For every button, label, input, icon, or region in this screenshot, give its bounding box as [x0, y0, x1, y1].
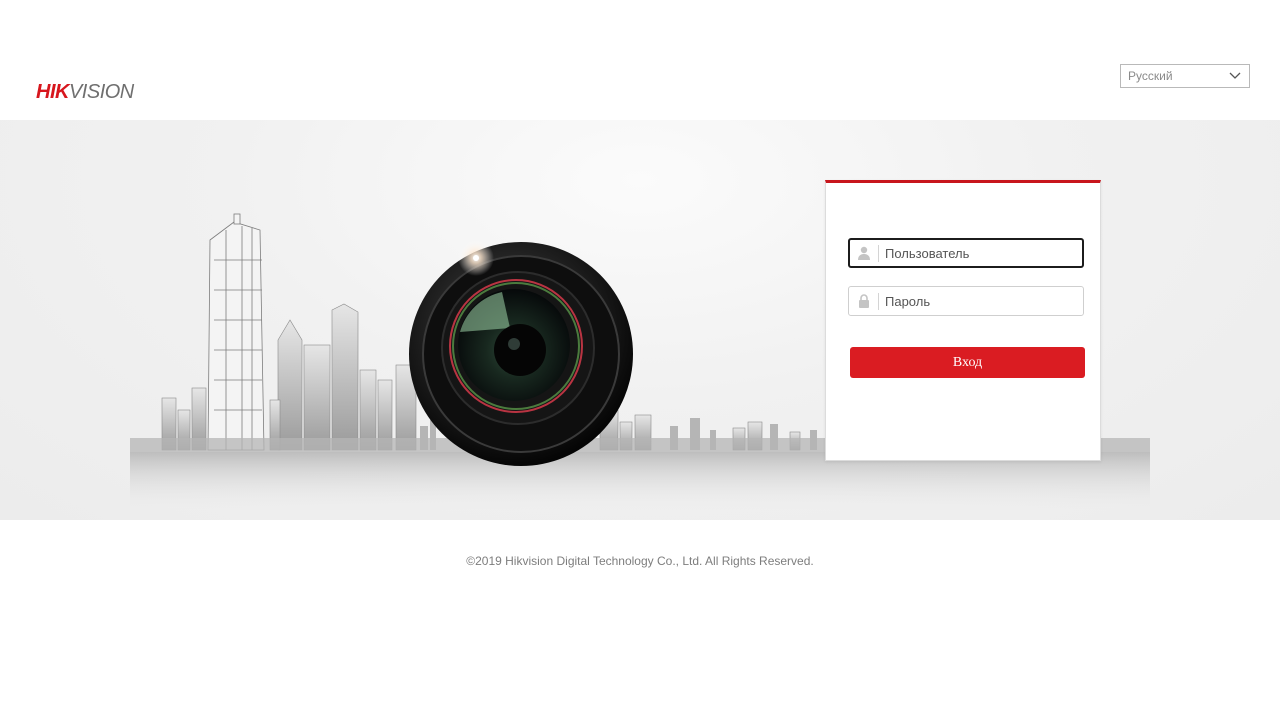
- chevron-down-icon: [1229, 72, 1241, 79]
- copyright-footer: ©2019 Hikvision Digital Technology Co., …: [466, 554, 814, 568]
- hero-banner: Вход: [0, 120, 1280, 520]
- password-field-separator: [878, 293, 879, 310]
- header: HIKVISION Русский: [0, 0, 1280, 120]
- logo-vision: VISION: [68, 81, 134, 103]
- hikvision-logo: HIKVISION: [36, 80, 134, 104]
- language-select[interactable]: Русский: [1120, 64, 1250, 88]
- logo-hik: HIK: [36, 81, 69, 103]
- user-icon: [858, 246, 870, 260]
- username-field[interactable]: [848, 238, 1084, 268]
- password-input[interactable]: [885, 287, 1075, 315]
- login-button[interactable]: Вход: [850, 347, 1085, 378]
- username-input[interactable]: [885, 240, 1075, 266]
- language-selected-label: Русский: [1128, 69, 1173, 83]
- lock-icon: [859, 294, 869, 308]
- password-field[interactable]: [848, 286, 1084, 316]
- username-field-separator: [878, 245, 879, 262]
- login-panel: Вход: [825, 180, 1101, 461]
